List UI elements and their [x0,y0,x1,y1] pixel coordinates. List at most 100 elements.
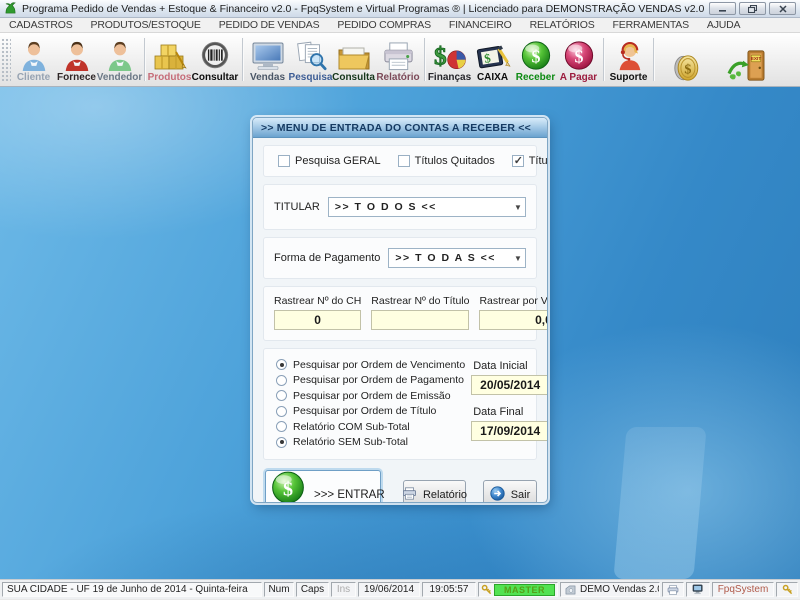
radio-dot [276,359,287,370]
forma-pagamento-value: >> T O D A S << [389,252,511,264]
products-boxes-icon [152,38,188,72]
entrar-button[interactable]: $ Receber >>> ENTRAR [265,470,381,503]
status-location: SUA CIDADE - UF 19 de Junho de 2014 - Qu… [2,582,262,597]
receive-money-icon: $ [270,470,306,503]
radio-relatorio-com-subtotal[interactable]: Relatório COM Sub-Total [276,420,465,433]
titulos-abertos-checkbox[interactable]: Títulos Abertos [512,155,548,167]
toolbar-caixa-button[interactable]: $ CAIXA [471,34,514,85]
forma-pagamento-group: Forma de Pagamento >> T O D A S << ▼ [263,237,537,279]
radio-label: Pesquisar por Ordem de Vencimento [293,359,465,371]
menu-ajuda[interactable]: AJUDA [698,18,749,33]
chevron-down-icon: ▼ [511,203,525,212]
status-brand: FpqSystem [712,582,774,597]
status-ins: Ins [331,582,356,597]
minimize-button[interactable] [709,2,736,15]
svg-text:EXIT: EXIT [751,56,762,62]
entrar-label: >>> ENTRAR [314,489,385,501]
radio-dot [276,375,287,386]
toolbar-receber-button[interactable]: $ Receber [514,34,557,85]
checkbox-box [278,155,290,167]
radio-dot [276,406,287,417]
toolbar-produtos-button[interactable]: Produtos [148,34,191,85]
menu-pedido-compras[interactable]: PEDIDO COMPRAS [328,18,439,33]
toolbar-apagar-button[interactable]: $ A Pagar [557,34,600,85]
printer-icon [402,487,417,503]
radio-ordem-vencimento[interactable]: Pesquisar por Ordem de Vencimento [276,358,465,371]
dialog-titlebar[interactable]: >> MENU DE ENTRADA DO CONTAS A RECEBER <… [253,118,547,138]
menu-ferramentas[interactable]: FERRAMENTAS [604,18,698,33]
toolbar-vendedor-button[interactable]: Vendedor [98,34,141,85]
titulos-quitados-checkbox[interactable]: Títulos Quitados [398,155,495,167]
radio-ordem-pagamento[interactable]: Pesquisar por Ordem de Pagamento [276,374,465,387]
toolbar-relatorio-button[interactable]: Relatório [375,34,421,85]
status-time: 19:05:57 [422,582,476,597]
data-inicial-input[interactable] [471,375,548,395]
pay-money-icon: $ [563,38,595,72]
toolbar-consulta-button[interactable]: Consulta [332,34,375,85]
toolbar-exit-button[interactable]: EXIT [722,34,772,85]
toolbar-consultar-label: Consultar [192,72,239,83]
checkbox-label: Títulos Quitados [415,155,495,167]
radio-label: Pesquisar por Ordem de Pagamento [293,374,464,386]
toolbar-financas-button[interactable]: $ Finanças [428,34,471,85]
restore-button[interactable] [739,2,766,15]
svg-text:$: $ [434,42,447,70]
radio-ordem-emissao[interactable]: Pesquisar por Ordem de Emissão [276,389,465,402]
toolbar-fornece-button[interactable]: Fornece [55,34,98,85]
contas-a-receber-dialog: >> MENU DE ENTRADA DO CONTAS A RECEBER <… [252,117,548,503]
toolbar-grip [1,38,11,81]
toolbar-consultar-button[interactable]: Consultar [191,34,239,85]
exit-door-icon: EXIT [725,49,769,83]
rastrear-valor-input[interactable] [479,310,548,330]
disk-icon [565,585,576,595]
date-range-group: Data Inicial Data Final [471,358,548,450]
data-final-input[interactable] [471,421,548,441]
relatorio-button[interactable]: Relatório [403,480,466,503]
rastrear-titulo-input[interactable] [371,310,469,330]
window-titlebar: Programa Pedido de Vendas + Estoque & Fi… [0,0,800,18]
titular-select[interactable]: >> T O D O S << ▼ [328,197,526,217]
menu-pedido-de-vendas[interactable]: PEDIDO DE VENDAS [210,18,329,33]
receive-money-icon: $ [520,38,552,72]
menu-financeiro[interactable]: FINANCEIRO [440,18,521,33]
pesquisa-geral-checkbox[interactable]: Pesquisa GERAL [278,155,381,167]
radio-relatorio-sem-subtotal[interactable]: Relatório SEM Sub-Total [276,436,465,449]
status-key-section [776,582,798,597]
toolbar-vendedor-label: Vendedor [97,72,143,83]
menu-produtos-estoque[interactable]: PRODUTOS/ESTOQUE [82,18,210,33]
supplier-person-icon [60,38,94,72]
finance-chart-icon: $ [432,38,468,72]
toolbar-cliente-button[interactable]: Cliente [12,34,55,85]
menu-relatorios[interactable]: RELATÓRIOS [521,18,604,33]
status-date: 19/06/2014 [358,582,420,597]
toolbar-cliente-label: Cliente [17,72,50,83]
rastrear-valor-label: Rastrear por Valor [479,295,548,307]
toolbar-pesquisa-button[interactable]: Pesquisa [289,34,332,85]
coin-icon: $ [670,49,704,83]
relatorio-label: Relatório [423,489,467,501]
filter-checkbox-group: Pesquisa GERAL Títulos Quitados Títulos … [263,145,537,177]
search-documents-icon [294,38,328,72]
radio-ordem-titulo[interactable]: Pesquisar por Ordem de Título [276,405,465,418]
sair-button[interactable]: Sair [483,480,537,503]
rastrear-ch-label: Rastrear Nº do CH [274,295,361,307]
window-controls [709,2,796,15]
computer-icon [692,584,705,595]
close-icon[interactable] [769,2,796,15]
status-printer-section [662,582,684,597]
toolbar-coin-button[interactable]: $ [665,34,708,85]
toolbar-vendas-button[interactable]: Vendas [246,34,289,85]
menubar: CADASTROS PRODUTOS/ESTOQUE PEDIDO DE VEN… [0,18,800,33]
desktop-light-ribbon [613,427,706,579]
toolbar-relatorio-label: Relatório [376,72,419,83]
rastrear-titulo-label: Rastrear Nº do Título [371,295,469,307]
radio-label: Relatório SEM Sub-Total [293,436,408,448]
menu-cadastros[interactable]: CADASTROS [0,18,82,33]
svg-text:$: $ [574,47,583,67]
forma-pagamento-select[interactable]: >> T O D A S << ▼ [388,248,526,268]
toolbar-suporte-button[interactable]: Suporte [607,34,650,85]
checkbox-label: Pesquisa GERAL [295,155,381,167]
svg-text:$: $ [283,478,293,500]
titular-value: >> T O D O S << [329,201,511,213]
rastrear-ch-input[interactable] [274,310,361,330]
